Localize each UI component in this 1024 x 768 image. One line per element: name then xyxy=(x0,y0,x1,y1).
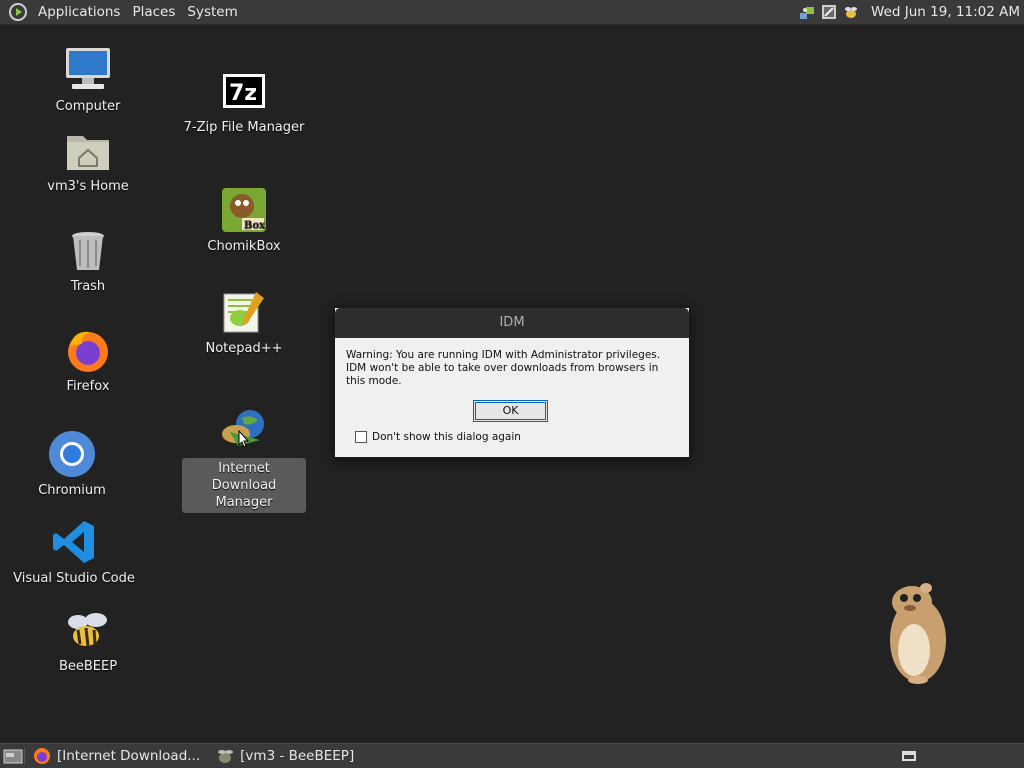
desktop-icon-home[interactable]: vm3's Home xyxy=(40,126,136,195)
desktop-icon-label: Chromium xyxy=(38,483,106,498)
desktop-icon-trash[interactable]: Trash xyxy=(48,226,128,295)
desktop-icon-label: Firefox xyxy=(66,379,110,394)
workspace-switcher-icon[interactable] xyxy=(902,751,916,761)
dialog-title[interactable]: IDM xyxy=(335,308,689,338)
dont-show-again-checkbox[interactable]: Don't show this dialog again xyxy=(355,431,521,443)
trash-icon xyxy=(64,226,112,274)
desktop-icon-idm[interactable]: Internet Download Manager xyxy=(182,406,306,513)
idm-warning-dialog: IDM Warning: You are running IDM with Ad… xyxy=(334,307,690,458)
desktop-icon-7zip[interactable]: 7z 7-Zip File Manager xyxy=(184,67,304,136)
clock[interactable]: Wed Jun 19, 11:02 AM xyxy=(865,4,1020,20)
desktop-icon-chomikbox[interactable]: Box ChomikBox xyxy=(184,186,304,255)
beebeep-icon xyxy=(64,606,112,654)
desktop-icon-firefox[interactable]: Firefox xyxy=(48,326,128,395)
task-label: [vm3 - BeeBEEP] xyxy=(240,748,355,764)
menu-system[interactable]: System xyxy=(181,0,243,25)
task-beebeep[interactable]: [vm3 - BeeBEEP] xyxy=(208,744,362,768)
task-idm-firefox[interactable]: [Internet Download... xyxy=(25,744,208,768)
desktop-icon-label: Computer xyxy=(55,99,121,114)
network-icon[interactable] xyxy=(799,4,815,20)
firefox-icon xyxy=(64,326,112,374)
notepadpp-icon xyxy=(220,288,268,336)
computer-icon xyxy=(64,46,112,94)
hamster-mascot-image xyxy=(890,583,946,684)
beebeep-tray-icon[interactable] xyxy=(843,4,859,20)
desktop-icon-label: Trash xyxy=(70,279,106,294)
desktop-icon-label: Internet Download Manager xyxy=(182,458,306,513)
top-panel: Applications Places System Wed Jun 19, 1… xyxy=(0,0,1024,25)
system-tray: Wed Jun 19, 11:02 AM xyxy=(799,4,1024,20)
desktop-icon-chromium[interactable]: Chromium xyxy=(32,430,112,499)
desktop-icon-label: vm3's Home xyxy=(47,179,129,194)
menu-places[interactable]: Places xyxy=(126,0,181,25)
display-icon[interactable] xyxy=(821,4,837,20)
desktop-icon-beebeep[interactable]: BeeBEEP xyxy=(48,606,128,675)
svg-text:7z: 7z xyxy=(229,81,257,106)
chomikbox-icon: Box xyxy=(220,186,268,234)
desktop-icon-label: Visual Studio Code xyxy=(13,571,135,586)
desktop-icon-computer[interactable]: Computer xyxy=(48,46,128,115)
desktop-icon-notepadpp[interactable]: Notepad++ xyxy=(184,288,304,357)
7zip-icon: 7z xyxy=(220,67,268,115)
desktop-icon-label: Notepad++ xyxy=(205,341,283,356)
beebeep-icon xyxy=(218,750,234,763)
desktop-icon-label: ChomikBox xyxy=(207,239,281,254)
chromium-icon xyxy=(48,430,96,478)
home-folder-icon xyxy=(64,126,112,174)
desktop-icon-label: 7-Zip File Manager xyxy=(183,120,305,135)
mouse-cursor-icon xyxy=(238,430,250,448)
dialog-message: Warning: You are running IDM with Admini… xyxy=(346,349,661,387)
menu-applications[interactable]: Applications xyxy=(32,0,126,25)
svg-text:Box: Box xyxy=(244,220,266,231)
desktop-icon-vscode[interactable]: Visual Studio Code xyxy=(13,518,135,587)
firefox-icon xyxy=(34,748,50,764)
main-menu-logo-icon[interactable] xyxy=(9,3,27,21)
taskbar: [Internet Download... [vm3 - BeeBEEP] xyxy=(0,743,1024,768)
task-label: [Internet Download... xyxy=(57,748,201,764)
ok-button[interactable]: OK xyxy=(473,400,548,422)
checkbox-label: Don't show this dialog again xyxy=(372,431,521,443)
show-desktop-icon[interactable] xyxy=(2,747,24,765)
checkbox-box[interactable] xyxy=(355,431,367,443)
desktop-icon-label: BeeBEEP xyxy=(58,659,118,674)
vscode-icon xyxy=(50,518,98,566)
